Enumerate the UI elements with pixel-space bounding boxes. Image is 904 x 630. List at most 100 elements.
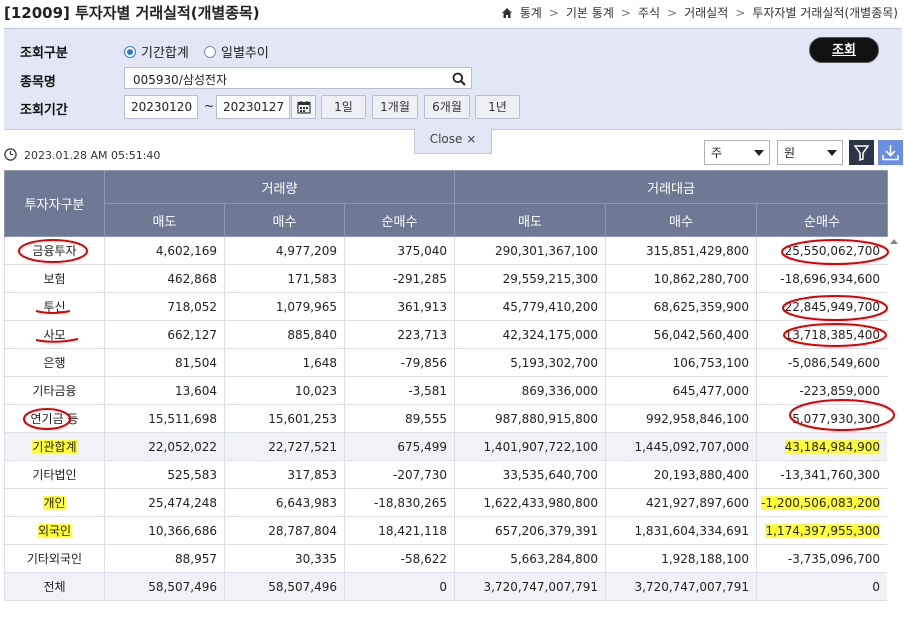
table-row[interactable]: 금융투자 4,602,169 4,977,209 375,040 290,301,367… (4, 236, 888, 265)
column-header[interactable]: 매수 (605, 203, 757, 237)
stock-search-input[interactable]: 005930/삼성전자 (124, 67, 472, 89)
cell-value: 58,507,496 (268, 579, 337, 594)
cell-value: 42,324,175,000 (502, 327, 598, 342)
table-cell: -3,581 (344, 376, 455, 405)
table-cell: 58,507,496 (104, 572, 225, 601)
cell-value: -13,341,760,300 (780, 467, 880, 482)
cell-value: 375,040 (397, 243, 447, 258)
table-cell: 992,958,846,100 (605, 404, 757, 433)
table-cell: 462,868 (104, 264, 225, 293)
table-cell: 1,648 (224, 348, 345, 377)
cell-value: 885,840 (287, 327, 337, 342)
cell-value: 45,779,410,200 (502, 299, 598, 314)
table-cell: 25,474,248 (104, 488, 225, 517)
table-cell: -3,735,096,700 (756, 544, 888, 573)
table-row[interactable]: 기타법인 525,583 317,853 -207,730 33,535,640,700… (4, 460, 888, 489)
breadcrumb-item[interactable]: 주식 (638, 4, 660, 21)
currency-unit-value: 원 (784, 146, 796, 160)
table-row[interactable]: 보험 462,868 171,583 -291,285 29,559,215,300 10… (4, 264, 888, 293)
table-row[interactable]: 기관합계 22,052,022 22,727,521 675,499 1,401,907… (4, 432, 888, 461)
breadcrumb: 통계 > 기본 통계 > 주식 > 거래실적 > 투자자별 거래실적(개별종목) (501, 4, 898, 21)
table-row[interactable]: 전체 58,507,496 58,507,496 0 3,720,747,007,791… (4, 572, 888, 601)
investor-type-label: 개인 (43, 496, 66, 510)
column-header[interactable]: 매수 (224, 203, 345, 237)
period-1d-button[interactable]: 1일 (321, 95, 366, 119)
cell-value: 6,643,983 (275, 495, 337, 510)
breadcrumb-item[interactable]: 거래실적 (684, 4, 728, 21)
table-row[interactable]: 기타금융 13,604 10,023 -3,581 869,336,000 645,477… (4, 376, 888, 405)
date-from-input[interactable]: 20230120 (124, 95, 198, 119)
table-row[interactable]: 투신 718,052 1,079,965 361,913 45,779,410,200 6… (4, 292, 888, 321)
search-icon[interactable] (452, 72, 466, 86)
investor-type-cell: 보험 (4, 264, 105, 293)
investor-type-label: 기타금융 (32, 384, 77, 398)
table-cell: 1,831,604,334,691 (605, 516, 757, 545)
investor-type-label: 외국인 (37, 524, 72, 538)
title-bar: [12009] 투자자별 거래실적(개별종목) 통계 > 기본 통계 > 주식 … (0, 0, 904, 24)
breadcrumb-item-current[interactable]: 투자자별 거래실적(개별종목) (752, 4, 898, 21)
table-cell: 223,713 (344, 320, 455, 349)
table-row[interactable]: 사모 662,127 885,840 223,713 42,324,175,000 56,… (4, 320, 888, 349)
query-period-label: 조회기간 (20, 103, 68, 118)
investor-type-label: 보험 (43, 272, 66, 286)
radio-period-total[interactable]: 기간합계 (124, 42, 189, 61)
column-header[interactable]: 매도 (104, 203, 225, 237)
table-cell: 885,840 (224, 320, 345, 349)
calendar-button[interactable] (291, 95, 316, 119)
vertical-scrollbar[interactable] (887, 237, 902, 602)
table-row[interactable]: 기타외국인 88,957 30,335 -58,622 5,663,284,800 1,9… (4, 544, 888, 573)
radio-unselected-indicator[interactable] (204, 45, 216, 58)
query-type-label: 조회구분 (20, 46, 68, 61)
download-button[interactable] (878, 140, 903, 165)
column-header[interactable]: 매도 (454, 203, 606, 237)
cell-value: 28,787,804 (268, 523, 337, 538)
cell-value: 5,663,284,800 (510, 551, 598, 566)
table-row[interactable]: 은행 81,504 1,648 -79,856 5,193,302,700 106,753… (4, 348, 888, 377)
table-cell: -207,730 (344, 460, 455, 489)
home-icon[interactable] (501, 7, 513, 19)
table-cell: 171,583 (224, 264, 345, 293)
period-1y-button[interactable]: 1년 (475, 95, 520, 119)
column-header[interactable]: 순매수 (756, 203, 888, 237)
investor-type-cell: 기타법인 (4, 460, 105, 489)
column-header[interactable]: 순매수 (344, 203, 455, 237)
table-cell: 10,023 (224, 376, 345, 405)
cell-value: 421,927,897,600 (645, 495, 749, 510)
cell-value: -18,830,265 (373, 495, 447, 510)
table-cell: 45,779,410,200 (454, 292, 606, 321)
table-cell: 28,787,804 (224, 516, 345, 545)
table-cell: 68,625,359,900 (605, 292, 757, 321)
cell-value: 13,604 (175, 383, 217, 398)
table-row[interactable]: 외국인 10,366,686 28,787,804 18,421,118 657,206… (4, 516, 888, 545)
filter-icon (853, 145, 870, 162)
filter-button[interactable] (849, 140, 874, 165)
breadcrumb-item[interactable]: 통계 (520, 4, 542, 21)
table-cell: 13,604 (104, 376, 225, 405)
radio-selected-indicator[interactable] (124, 45, 136, 58)
radio-daily-trend[interactable]: 일별추이 (204, 42, 269, 61)
breadcrumb-separator: > (548, 5, 559, 20)
cell-value: 718,052 (167, 299, 217, 314)
close-panel-button[interactable]: Close × (414, 127, 492, 154)
period-1m-button[interactable]: 1개월 (372, 95, 418, 119)
currency-unit-select[interactable]: 원 (777, 140, 843, 165)
scroll-up-arrow-icon[interactable] (890, 239, 898, 244)
cell-value: 25,550,062,700 (784, 243, 880, 258)
cell-value: 315,851,429,800 (645, 243, 749, 258)
date-to-input[interactable]: 20230127 (216, 95, 290, 119)
cell-value: 317,853 (287, 467, 337, 482)
table-cell: 317,853 (224, 460, 345, 489)
table-row[interactable]: 개인 25,474,248 6,643,983 -18,830,265 1,622,43… (4, 488, 888, 517)
cell-value: 869,336,000 (521, 383, 598, 398)
cell-value: 22,052,022 (148, 439, 217, 454)
cell-value: -223,859,000 (799, 383, 880, 398)
period-6m-button[interactable]: 6개월 (424, 95, 470, 119)
breadcrumb-item[interactable]: 기본 통계 (566, 4, 614, 21)
cell-value: 25,474,248 (148, 495, 217, 510)
calendar-icon (297, 101, 311, 114)
share-unit-select[interactable]: 주 (704, 140, 770, 165)
cell-value: 657,206,379,391 (494, 523, 598, 538)
investor-type-header[interactable]: 투자자구분 (4, 170, 105, 237)
query-button[interactable]: 조회 (809, 37, 879, 63)
table-row[interactable]: 연기금 등 15,511,698 15,601,253 89,555 987,880,9… (4, 404, 888, 433)
